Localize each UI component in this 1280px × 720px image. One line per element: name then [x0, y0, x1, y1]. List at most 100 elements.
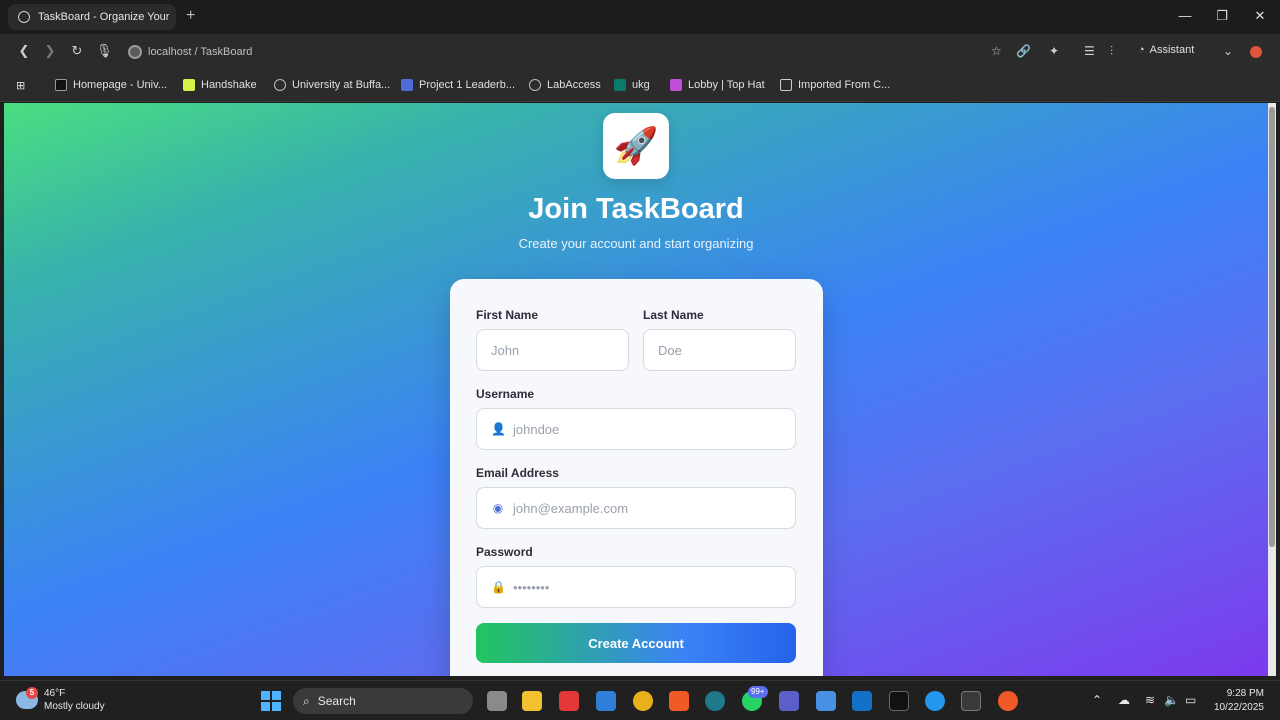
email-label: Email Address — [476, 466, 559, 480]
search-icon: ⌕ — [303, 693, 310, 708]
apps-grid-icon[interactable]: ⊞ — [16, 79, 25, 92]
bookmarks-bar: ⊞ Homepage - Univ... Handshake Universit… — [0, 70, 1280, 102]
bookmark-item[interactable]: Project 1 Leaderb... — [401, 79, 515, 91]
temperature: 46°F — [44, 688, 66, 699]
rocket-icon: 🚀 — [613, 125, 659, 166]
teams-icon[interactable] — [779, 691, 799, 711]
bookmark-label: LabAccess — [547, 79, 601, 91]
folder-icon — [780, 79, 792, 91]
bookmark-folder[interactable]: Imported From C... — [780, 79, 890, 91]
assistant-button[interactable]: ◔ Assistant — [1138, 44, 1194, 56]
username-input[interactable]: 👤 johndoe — [476, 408, 796, 450]
app-icon[interactable] — [889, 691, 909, 711]
active-tab[interactable]: TaskBoard - Organize Your W — [8, 4, 176, 30]
site-info-icon[interactable] — [128, 45, 142, 59]
globe-icon — [18, 11, 30, 23]
microphone-icon[interactable]: 🎙 — [96, 43, 113, 59]
time: 9:28 PM — [1226, 688, 1264, 699]
file-explorer-icon[interactable] — [522, 691, 542, 711]
edge-icon[interactable] — [705, 691, 725, 711]
first-name-label: First Name — [476, 308, 539, 322]
whatsapp-badge: 99+ — [748, 686, 768, 698]
wifi-icon[interactable]: ≋ — [1145, 693, 1155, 707]
cloud-icon: 5 — [16, 687, 38, 709]
new-tab-button[interactable]: + — [186, 7, 195, 25]
maximize-button[interactable]: ❐ — [1212, 8, 1232, 24]
chrome-icon[interactable] — [633, 691, 653, 711]
address-bar[interactable]: localhost / TaskBoard — [128, 42, 252, 62]
reading-list-icon[interactable]: ☰ — [1084, 44, 1095, 58]
page-scrollbar[interactable] — [1268, 103, 1276, 676]
back-button[interactable]: ❮ — [16, 43, 32, 59]
windows-start-icon[interactable] — [261, 691, 281, 711]
email-placeholder: john@example.com — [513, 500, 629, 516]
profile-avatar[interactable] — [1250, 46, 1262, 58]
last-name-input[interactable]: Doe — [643, 329, 796, 371]
terminal-icon[interactable] — [961, 691, 981, 711]
bookmark-label: Project 1 Leaderb... — [419, 79, 516, 91]
share-link-icon[interactable]: 🔗 — [1016, 44, 1031, 58]
outlook-icon[interactable] — [852, 691, 872, 711]
notepad-icon[interactable] — [816, 691, 836, 711]
email-input[interactable]: ◉ john@example.com — [476, 487, 796, 529]
assistant-icon: ◔ — [1138, 44, 1145, 56]
bookmark-item[interactable]: University at Buffa... — [274, 79, 390, 91]
url-text: localhost / TaskBoard — [148, 46, 253, 58]
lock-icon: 🔒 — [491, 580, 506, 594]
bookmark-star-icon[interactable]: ☆ — [991, 44, 1002, 58]
browser-titlebar: TaskBoard - Organize Your W + — ❐ ✕ — [0, 0, 1280, 34]
password-label: Password — [476, 545, 533, 559]
chevron-down-icon[interactable]: ⌄ — [1223, 44, 1233, 58]
page-viewport: 🚀 Join TaskBoard Create your account and… — [4, 103, 1268, 676]
signup-form-card: First Name John Last Name Doe Username 👤… — [450, 279, 823, 676]
password-input[interactable]: 🔒 •••••••• — [476, 566, 796, 608]
volume-icon[interactable]: 🔈 — [1164, 693, 1179, 707]
bookmark-label: ukg — [632, 79, 650, 91]
username-placeholder: johndoe — [513, 421, 560, 437]
leaderboard-icon — [401, 79, 413, 91]
handshake-icon — [183, 79, 195, 91]
scrollbar-thumb[interactable] — [1269, 107, 1275, 547]
chevron-up-icon[interactable]: ⌃ — [1092, 693, 1102, 707]
globe-icon — [529, 79, 541, 91]
windows-taskbar: 5 46°F Mostly cloudy ⌕ Search 99+ ⌃ ☁ ≋ … — [0, 680, 1280, 720]
audio-icon[interactable]: ⫶ — [1110, 44, 1113, 59]
last-name-placeholder: Doe — [658, 342, 682, 358]
system-clock[interactable]: 9:28 PM 10/22/2025 — [1210, 687, 1264, 715]
cloud-sync-icon[interactable]: ☁ — [1118, 693, 1130, 707]
task-view-icon[interactable] — [487, 691, 507, 711]
vscode-icon[interactable] — [596, 691, 616, 711]
dxl-icon — [55, 79, 67, 91]
user-icon: 👤 — [491, 422, 506, 436]
assistant-label: Assistant — [1149, 44, 1195, 56]
weather-condition: Mostly cloudy — [44, 701, 105, 712]
first-name-input[interactable]: John — [476, 329, 629, 371]
weather-widget[interactable]: 5 46°F Mostly cloudy — [16, 687, 105, 713]
bookmark-item[interactable]: Handshake — [183, 79, 257, 91]
bookmark-item[interactable]: Lobby | Top Hat — [670, 79, 765, 91]
reload-button[interactable]: ↻ — [69, 43, 85, 59]
wps-office-icon[interactable] — [559, 691, 579, 711]
close-window-button[interactable]: ✕ — [1250, 8, 1270, 24]
last-name-label: Last Name — [643, 308, 704, 322]
battery-icon[interactable]: ▭ — [1185, 693, 1196, 707]
bookmark-label: Imported From C... — [798, 79, 891, 91]
email-icon: ◉ — [492, 501, 504, 515]
docker-icon[interactable] — [925, 691, 945, 711]
page-subtitle: Create your account and start organizing — [518, 236, 754, 251]
brave-icon[interactable] — [669, 691, 689, 711]
weather-badge: 5 — [26, 687, 38, 699]
bookmark-label: Lobby | Top Hat — [688, 79, 765, 91]
search-label: Search — [317, 694, 356, 708]
forward-button[interactable]: ❯ — [42, 43, 58, 59]
page-title: Join TaskBoard — [528, 193, 744, 225]
taskbar-search[interactable]: ⌕ Search — [293, 688, 473, 714]
extensions-icon[interactable]: ✦ — [1049, 44, 1059, 58]
bookmark-item[interactable]: LabAccess — [529, 79, 601, 91]
bookmark-item[interactable]: ukg — [614, 79, 650, 91]
minimize-button[interactable]: — — [1175, 8, 1195, 23]
postman-icon[interactable] — [998, 691, 1018, 711]
bookmark-item[interactable]: Homepage - Univ... — [55, 79, 167, 91]
create-account-button[interactable]: Create Account — [476, 623, 796, 663]
username-label: Username — [476, 387, 535, 401]
